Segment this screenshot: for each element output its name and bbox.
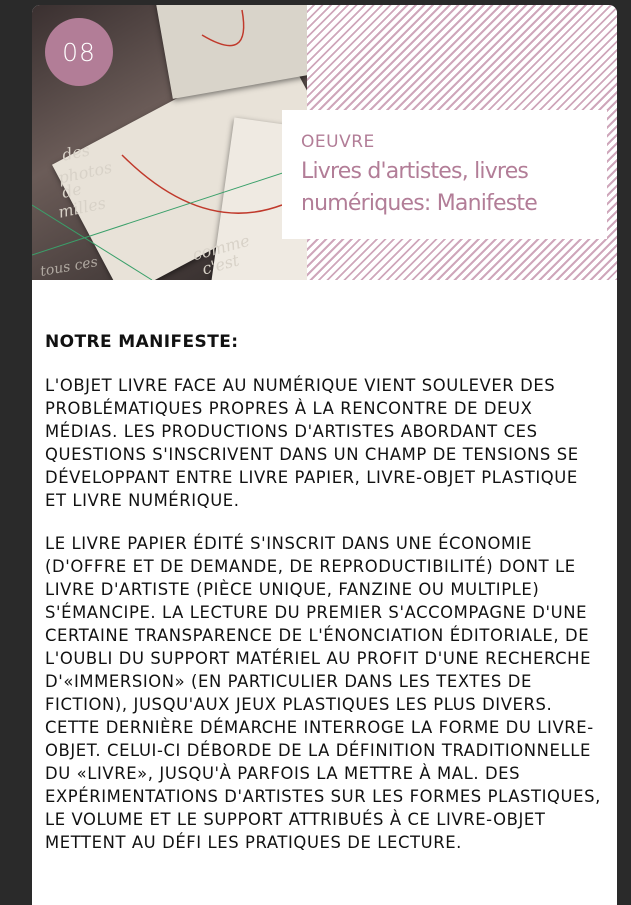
paragraph: L'OBJET LIVRE FACE AU NUMÉRIQUE VIENT SO… [45,376,579,510]
section-heading: NOTRE MANIFESTE: [45,332,239,352]
paragraph: LE LIVRE PAPIER ÉDITÉ S'INSCRIT DANS UNE… [45,534,601,852]
card-header: des photos de milles comme c'est tous ce… [32,5,617,280]
category-label: OEUVRE [301,132,375,152]
article-card: des photos de milles comme c'est tous ce… [32,5,617,905]
item-number-badge: 08 [45,18,113,86]
card-title[interactable]: Livres d'artistes, livres numériques: Ma… [301,156,589,220]
article-body: NOTRE MANIFESTE: L'OBJET LIVRE FACE AU N… [45,331,605,874]
title-box: OEUVRE Livres d'artistes, livres numériq… [282,110,607,239]
